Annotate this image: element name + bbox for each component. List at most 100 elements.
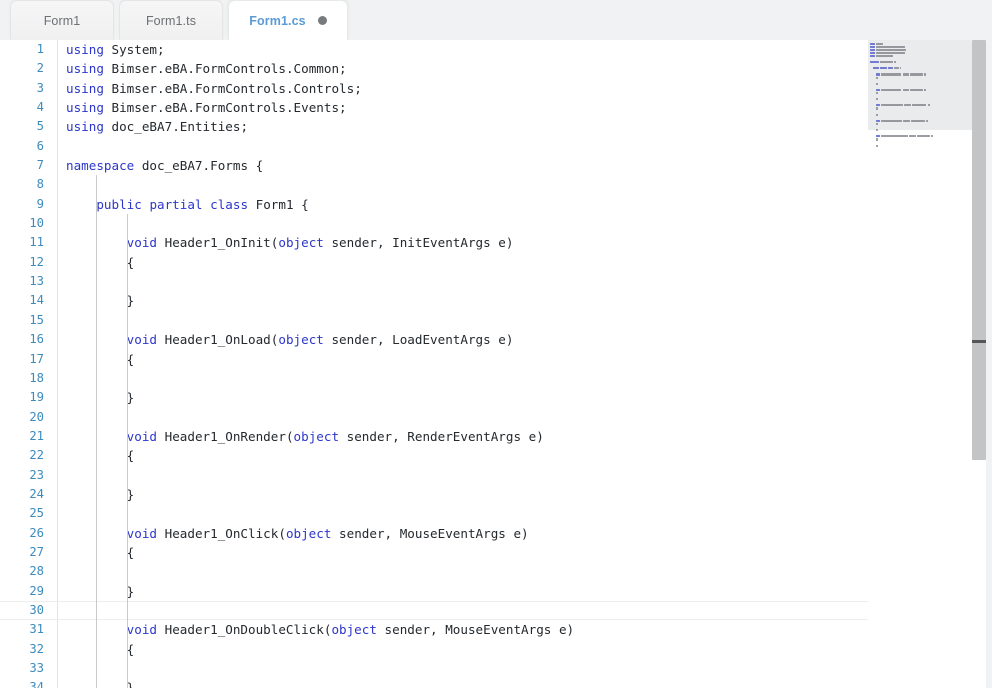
code-line[interactable]: 15 <box>0 311 868 330</box>
code-line[interactable]: 26 void Header1_OnClick(object sender, M… <box>0 524 868 543</box>
code-line[interactable]: 28 <box>0 562 868 581</box>
editor-tab-bar: Form1 Form1.ts Form1.cs <box>0 0 992 40</box>
line-text: void Header1_OnClick(object sender, Mous… <box>66 524 529 543</box>
code-line[interactable]: 34 } <box>0 678 868 688</box>
code-line[interactable]: 6 <box>0 137 868 156</box>
line-number: 7 <box>0 156 44 175</box>
code-line[interactable]: 18 <box>0 369 868 388</box>
line-number: 24 <box>0 485 44 504</box>
line-number: 22 <box>0 446 44 465</box>
vertical-scrollbar-thumb[interactable] <box>972 40 986 460</box>
line-text: namespace doc_eBA7.Forms { <box>66 156 263 175</box>
line-text: { <box>66 543 134 562</box>
line-number: 13 <box>0 272 44 291</box>
line-number: 18 <box>0 369 44 388</box>
line-number: 1 <box>0 40 44 59</box>
line-number: 5 <box>0 117 44 136</box>
line-text: { <box>66 350 134 369</box>
code-line[interactable]: 31 void Header1_OnDoubleClick(object sen… <box>0 620 868 639</box>
line-number: 11 <box>0 233 44 252</box>
line-text: void Header1_OnInit(object sender, InitE… <box>66 233 513 252</box>
line-number: 6 <box>0 137 44 156</box>
tab-label: Form1 <box>44 14 81 28</box>
indent-guide <box>127 214 128 688</box>
line-number: 30 <box>0 602 44 619</box>
line-text: public partial class Form1 { <box>66 195 309 214</box>
unsaved-changes-dot-icon[interactable] <box>318 16 327 25</box>
line-number: 23 <box>0 466 44 485</box>
line-number: 15 <box>0 311 44 330</box>
code-surface[interactable]: 1 using System; 2 using Bimser.eBA.FormCont… <box>0 40 868 688</box>
editor-tab-form1-cs[interactable]: Form1.cs <box>228 0 348 40</box>
scrollbar-cursor-marker <box>972 340 986 343</box>
line-text: } <box>66 678 134 688</box>
code-line[interactable]: 32 { <box>0 640 868 659</box>
line-number: 19 <box>0 388 44 407</box>
code-line[interactable]: 22 { <box>0 446 868 465</box>
code-line[interactable]: 27 { <box>0 543 868 562</box>
code-line[interactable]: 20 <box>0 408 868 427</box>
line-number: 17 <box>0 350 44 369</box>
code-line[interactable]: 8 <box>0 175 868 194</box>
code-line[interactable]: 21 void Header1_OnRender(object sender, … <box>0 427 868 446</box>
line-text: { <box>66 253 134 272</box>
code-line[interactable]: 9 public partial class Form1 { <box>0 195 868 214</box>
code-line[interactable]: 25 <box>0 504 868 523</box>
line-number: 21 <box>0 427 44 446</box>
line-number: 3 <box>0 79 44 98</box>
line-number: 31 <box>0 620 44 639</box>
code-line[interactable]: 24 } <box>0 485 868 504</box>
code-line[interactable]: 10 <box>0 214 868 233</box>
line-text: void Header1_OnDoubleClick(object sender… <box>66 620 574 639</box>
line-text: } <box>66 582 134 601</box>
code-line[interactable]: 4using Bimser.eBA.FormControls.Events; <box>0 98 868 117</box>
code-line[interactable]: 2 using Bimser.eBA.FormControls.Common; <box>0 59 868 78</box>
code-line[interactable]: 1 using System; <box>0 40 868 59</box>
code-line[interactable]: 13 <box>0 272 868 291</box>
code-line[interactable]: 12 { <box>0 253 868 272</box>
line-text: } <box>66 291 134 310</box>
tab-label: Form1.ts <box>146 14 196 28</box>
line-text: using Bimser.eBA.FormControls.Events; <box>66 98 347 117</box>
line-number: 33 <box>0 659 44 678</box>
line-text: using doc_eBA7.Entities; <box>66 117 248 136</box>
editor-tab-form1-ts[interactable]: Form1.ts <box>119 0 223 40</box>
indent-guide <box>96 175 97 688</box>
editor-tab-form1[interactable]: Form1 <box>10 0 114 40</box>
line-text: void Header1_OnLoad(object sender, LoadE… <box>66 330 513 349</box>
line-text: using Bimser.eBA.FormControls.Common; <box>66 59 347 78</box>
code-line[interactable]: 14 } <box>0 291 868 310</box>
code-lines[interactable]: 1 using System; 2 using Bimser.eBA.FormCont… <box>0 40 868 688</box>
code-line[interactable]: 3 using Bimser.eBA.FormControls.Controls; <box>0 79 868 98</box>
line-text: } <box>66 388 134 407</box>
code-line[interactable]: 16 void Header1_OnLoad(object sender, Lo… <box>0 330 868 349</box>
line-number: 2 <box>0 59 44 78</box>
line-number: 10 <box>0 214 44 233</box>
code-line[interactable]: 19 } <box>0 388 868 407</box>
code-line[interactable]: 11 void Header1_OnInit(object sender, In… <box>0 233 868 252</box>
line-number: 14 <box>0 291 44 310</box>
line-number: 25 <box>0 504 44 523</box>
code-line[interactable]: 29 } <box>0 582 868 601</box>
line-number: 16 <box>0 330 44 349</box>
line-text: } <box>66 485 134 504</box>
line-text: using Bimser.eBA.FormControls.Controls; <box>66 79 362 98</box>
line-number: 34 <box>0 678 44 688</box>
minimap-line <box>870 144 970 147</box>
editor-right-edge <box>986 40 992 688</box>
line-text: using System; <box>66 40 165 59</box>
line-number: 27 <box>0 543 44 562</box>
code-line[interactable]: 7 namespace doc_eBA7.Forms { <box>0 156 868 175</box>
line-number: 26 <box>0 524 44 543</box>
code-editor[interactable]: 1 using System; 2 using Bimser.eBA.FormCont… <box>0 40 992 688</box>
line-text: void Header1_OnRender(object sender, Ren… <box>66 427 544 446</box>
line-text: { <box>66 640 134 659</box>
line-number: 28 <box>0 562 44 581</box>
code-line[interactable]: 23 <box>0 466 868 485</box>
code-line[interactable]: 33 <box>0 659 868 678</box>
code-line[interactable]: 30 <box>0 601 868 620</box>
code-line[interactable]: 5 using doc_eBA7.Entities; <box>0 117 868 136</box>
minimap[interactable] <box>868 40 972 688</box>
code-line[interactable]: 17 { <box>0 350 868 369</box>
line-number: 9 <box>0 195 44 214</box>
